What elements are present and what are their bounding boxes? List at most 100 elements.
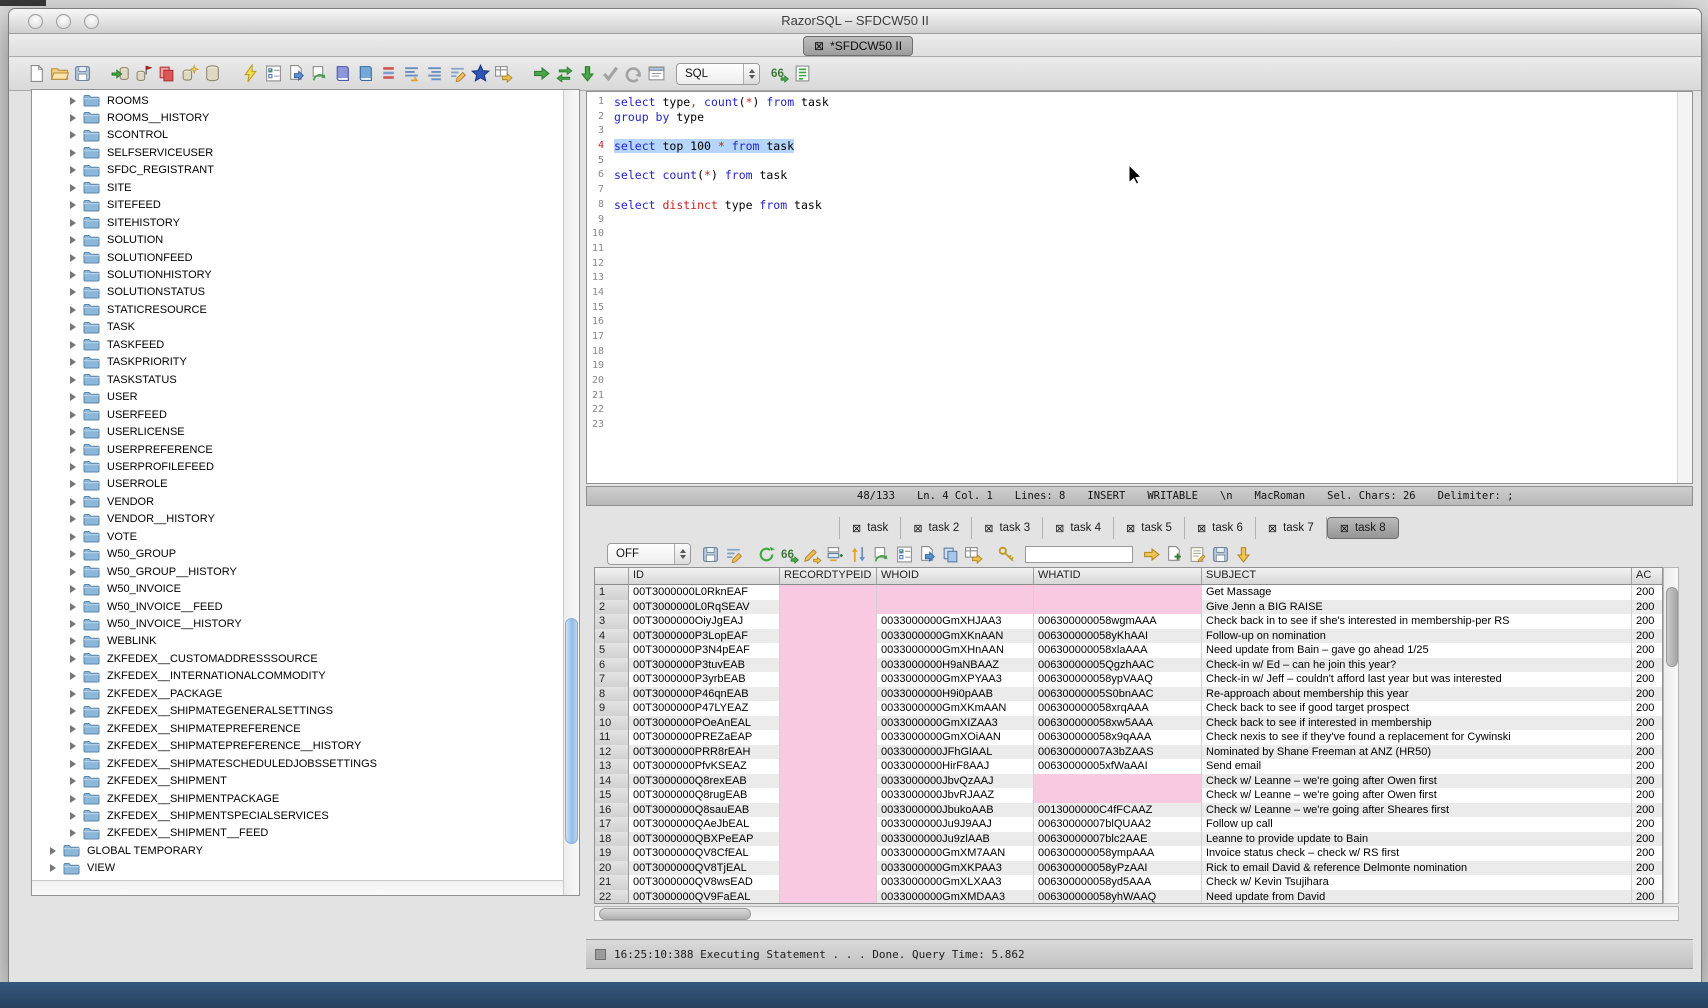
table-row[interactable]: 1800T3000000QBXPeEAP0033000000Ju9zlAAB00… xyxy=(595,832,1662,847)
table-row[interactable]: 1300T3000000PfvKSEAZ0033000000HirF8AAJ00… xyxy=(595,759,1662,774)
align-lines-icon[interactable] xyxy=(423,63,446,85)
table-row[interactable]: 500T3000000P3N4pEAF0033000000GmXHnAAN006… xyxy=(595,643,1662,658)
table-row[interactable]: 200T3000000L0RqSEAVGive Jenn a BIG RAISE… xyxy=(595,600,1662,615)
column-header-id[interactable]: ID xyxy=(629,568,780,585)
zoom-button[interactable] xyxy=(84,14,99,29)
disclosure-triangle-icon[interactable] xyxy=(70,672,76,680)
disclosure-triangle-icon[interactable] xyxy=(70,795,76,803)
close-tab-icon[interactable]: ⊠ xyxy=(852,522,861,535)
disclosure-triangle-icon[interactable] xyxy=(70,533,76,541)
minimize-button[interactable] xyxy=(56,14,71,29)
combo-stepper-icon[interactable] xyxy=(743,64,759,84)
table-row[interactable]: 1600T3000000Q8sauEAB0033000000JbukoAAB00… xyxy=(595,803,1662,818)
quotes-comment-icon[interactable]: 66 xyxy=(778,543,801,565)
disclosure-triangle-icon[interactable] xyxy=(50,864,56,872)
close-tab-icon[interactable]: ⊠ xyxy=(1126,522,1135,535)
scrollbar-thumb[interactable] xyxy=(599,908,751,920)
disclosure-triangle-icon[interactable] xyxy=(70,201,76,209)
close-tab-icon[interactable]: ⊠ xyxy=(913,522,922,535)
close-tab-icon[interactable]: ⊠ xyxy=(1268,522,1277,535)
edit-go-icon[interactable] xyxy=(801,543,824,565)
tree-item-view[interactable]: VIEW xyxy=(50,860,115,877)
table-row[interactable]: 1900T3000000QV8CfEAL0033000000GmXM7AAN00… xyxy=(595,846,1662,861)
tree-item-userfeed[interactable]: USERFEED xyxy=(70,406,167,423)
comment-quotes-icon[interactable]: 66 xyxy=(768,63,791,85)
favorites-star-icon[interactable] xyxy=(469,63,492,85)
new-document-icon[interactable] xyxy=(25,63,48,85)
add-export-icon[interactable] xyxy=(1163,543,1186,565)
disclosure-triangle-icon[interactable] xyxy=(70,812,76,820)
disclosure-triangle-icon[interactable] xyxy=(70,219,76,227)
tab-task-2[interactable]: ⊠task 2 xyxy=(901,517,972,539)
sql-history-icon[interactable] xyxy=(645,63,668,85)
scrollbar-thumb[interactable] xyxy=(565,618,578,844)
tree-item-global temporary[interactable]: GLOBAL TEMPORARY xyxy=(50,842,203,859)
copy-table-icon[interactable] xyxy=(155,63,178,85)
tree-item-vendor__history[interactable]: VENDOR__HISTORY xyxy=(70,511,215,528)
tree-item-vendor[interactable]: VENDOR xyxy=(70,493,154,510)
rollback-arrow-icon[interactable] xyxy=(622,63,645,85)
primary-key-pen-icon[interactable] xyxy=(995,543,1018,565)
disclosure-triangle-icon[interactable] xyxy=(70,341,76,349)
tree-item-userprofilefeed[interactable]: USERPROFILEFEED xyxy=(70,458,214,475)
tree-item-zkfedex__package[interactable]: ZKFEDEX__PACKAGE xyxy=(70,685,222,702)
tree-item-rooms__history[interactable]: ROOMS__HISTORY xyxy=(70,109,209,126)
tree-item-w50_group[interactable]: W50_GROUP xyxy=(70,546,176,563)
close-tab-icon[interactable]: ⊠ xyxy=(984,522,993,535)
editor-scrollbar[interactable] xyxy=(1677,92,1692,483)
table-row[interactable]: 300T3000000OiyJgEAJ0033000000GmXHJAA3006… xyxy=(595,614,1662,629)
tree-item-taskpriority[interactable]: TASKPRIORITY xyxy=(70,354,187,371)
tree-item-staticresource[interactable]: STATICRESOURCE xyxy=(70,301,207,318)
disclosure-triangle-icon[interactable] xyxy=(70,829,76,837)
table-row[interactable]: 1700T3000000QAeJbEAL0033000000Ju9J9AAJ00… xyxy=(595,817,1662,832)
tree-item-rooms[interactable]: ROOMS xyxy=(70,92,149,109)
tree-item-w50_invoice__feed[interactable]: W50_INVOICE__FEED xyxy=(70,598,223,615)
tree-item-w50_invoice[interactable]: W50_INVOICE xyxy=(70,581,181,598)
disclosure-triangle-icon[interactable] xyxy=(70,777,76,785)
tree-item-userlicense[interactable]: USERLICENSE xyxy=(70,424,185,441)
tree-item-user[interactable]: USER xyxy=(70,389,138,406)
describe-grid-icon[interactable] xyxy=(893,543,916,565)
table-row[interactable]: 400T3000000P3LopEAF0033000000GmXKnAAN006… xyxy=(595,629,1662,644)
tree-item-zkfedex__shipmategeneralsettings[interactable]: ZKFEDEX__SHIPMATEGENERALSETTINGS xyxy=(70,703,333,720)
export-table-icon[interactable] xyxy=(492,63,515,85)
help-book-icon[interactable] xyxy=(354,63,377,85)
explain-list-icon[interactable] xyxy=(791,63,814,85)
tab-task-4[interactable]: ⊠task 4 xyxy=(1043,517,1114,539)
disclosure-triangle-icon[interactable] xyxy=(70,515,76,523)
tree-item-zkfedex__shipmatepreference__history[interactable]: ZKFEDEX__SHIPMATEPREFERENCE__HISTORY xyxy=(70,738,361,755)
tree-item-zkfedex__shipmentpackage[interactable]: ZKFEDEX__SHIPMENTPACKAGE xyxy=(70,790,279,807)
disclosure-triangle-icon[interactable] xyxy=(70,446,76,454)
statement-type-select[interactable]: SQL xyxy=(676,63,760,85)
disclosure-triangle-icon[interactable] xyxy=(70,184,76,192)
tree-item-w50_invoice__history[interactable]: W50_INVOICE__HISTORY xyxy=(70,616,242,633)
tab-task-6[interactable]: ⊠task 6 xyxy=(1185,517,1256,539)
editor-text[interactable]: select type, count(*) from taskgroup by … xyxy=(614,95,1676,433)
tree-item-zkfedex__internationalcommodity[interactable]: ZKFEDEX__INTERNATIONALCOMMODITY xyxy=(70,668,326,685)
tree-item-zkfedex__shipment[interactable]: ZKFEDEX__SHIPMENT xyxy=(70,773,227,790)
disclosure-triangle-icon[interactable] xyxy=(70,690,76,698)
grid-horizontal-scrollbar[interactable] xyxy=(594,906,1679,921)
disclosure-triangle-icon[interactable] xyxy=(70,306,76,314)
close-tab-icon[interactable]: ⊠ xyxy=(1340,522,1349,535)
disclosure-triangle-icon[interactable] xyxy=(70,411,76,419)
tree-item-taskfeed[interactable]: TASKFEED xyxy=(70,336,164,353)
disclosure-triangle-icon[interactable] xyxy=(70,271,76,279)
table-row[interactable]: 1400T3000000Q8rexEAB0033000000JbvQzAAJCh… xyxy=(595,774,1662,789)
grid-search-input[interactable] xyxy=(1025,546,1133,563)
sort-updown-icon[interactable] xyxy=(847,543,870,565)
table-row[interactable]: 100T3000000L0RknEAFGet Massage200 xyxy=(595,585,1662,600)
filter-edit-icon[interactable] xyxy=(722,543,745,565)
disclosure-triangle-icon[interactable] xyxy=(70,358,76,366)
disclosure-triangle-icon[interactable] xyxy=(70,149,76,157)
open-file-icon[interactable] xyxy=(48,63,71,85)
table-row[interactable]: 2000T3000000QV8TjEAL0033000000GmXKPAA300… xyxy=(595,861,1662,876)
refresh-results-icon[interactable] xyxy=(755,543,778,565)
disclosure-triangle-icon[interactable] xyxy=(70,254,76,262)
close-document-icon[interactable]: ⊠ xyxy=(814,40,824,52)
edit-list-icon[interactable] xyxy=(377,63,400,85)
save-results-icon[interactable] xyxy=(699,543,722,565)
apply-arrow-icon[interactable] xyxy=(1140,543,1163,565)
disclosure-triangle-icon[interactable] xyxy=(70,480,76,488)
sidebar-vertical-scrollbar[interactable] xyxy=(563,90,579,895)
